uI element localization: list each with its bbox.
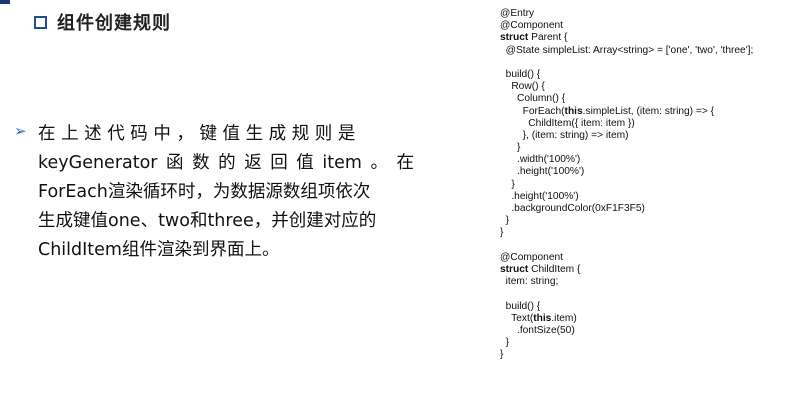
bullet-line: 生成键值one、two和three，并创建对应的 [38, 211, 377, 231]
code-line: build() { [500, 68, 541, 80]
code-line: build() { [500, 300, 541, 312]
code-line: ForEach(this.simpleList, (item: string) … [500, 105, 715, 117]
code-line: .height('100%') [500, 190, 579, 202]
code-line: Column() { [500, 93, 566, 105]
code-line: struct ChildItem { [500, 263, 581, 275]
bullet-line: ChildItem组件渲染到界面上。 [38, 240, 280, 260]
checkbox-square-icon [34, 15, 47, 29]
bullet-line: keyGenerator函数的返回值item。在 [38, 153, 414, 173]
code-line: } [500, 337, 510, 349]
bullet-line: 在 上 述 代 码 中 ， 键 值 生 成 规 则 是 [38, 124, 356, 144]
code-line: @Component [500, 20, 564, 32]
code-line: @State simpleList: Array<string> = ['one… [500, 44, 754, 56]
code-line: Row() { [500, 81, 545, 93]
code-line: } [500, 178, 515, 190]
code-block: @Entry @Component struct Parent { @State s… [500, 8, 795, 361]
bullet-text: 在 上 述 代 码 中 ， 键 值 生 成 规 则 是 keyGenerator… [38, 120, 414, 265]
code-line: @Entry [500, 8, 535, 19]
code-line: .backgroundColor(0xF1F3F5) [500, 203, 645, 214]
bullet-paragraph: ➢ 在 上 述 代 码 中 ， 键 值 生 成 规 则 是 keyGenerat… [14, 120, 414, 265]
code-line: struct Parent { [500, 32, 568, 44]
code-line: } [500, 215, 510, 227]
code-line: .height('100%') [500, 166, 585, 178]
slide-title: 组件创建规则 [34, 10, 171, 34]
title-text: 组件创建规则 [57, 13, 171, 34]
code-line: }, (item: string) => item) [500, 129, 629, 141]
code-line: Text(this.item) [500, 312, 577, 324]
code-line: .width('100%') [500, 154, 581, 166]
code-line: } [500, 142, 521, 154]
code-line: item: string; [500, 276, 559, 288]
code-line: .fontSize(50) [500, 324, 575, 336]
code-line: } [500, 349, 504, 361]
arrow-bullet-icon: ➢ [14, 122, 27, 140]
bullet-line: ForEach渲染循环时，为数据源数组项依次 [38, 182, 371, 202]
code-line: @Component [500, 251, 564, 263]
code-line: } [500, 227, 504, 239]
code-line: ChildItem({ item: item }) [500, 117, 635, 129]
corner-decoration [0, 0, 10, 4]
